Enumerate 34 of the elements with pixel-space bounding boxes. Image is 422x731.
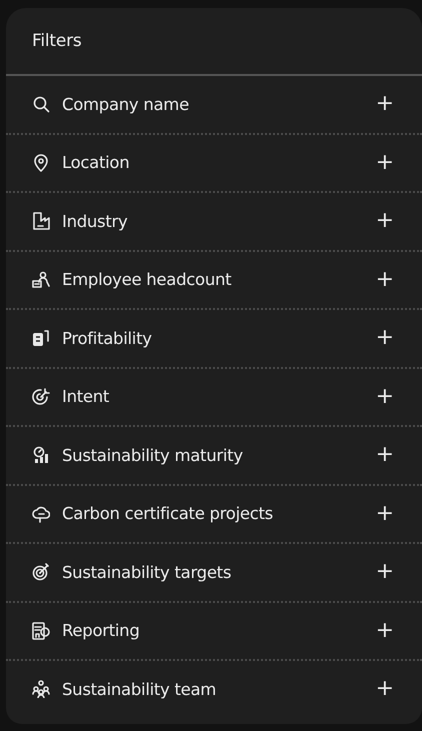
add-filter-button[interactable]: + <box>372 327 398 350</box>
filter-label[interactable]: Intent <box>62 387 110 406</box>
filter-label[interactable]: Company name <box>62 94 189 114</box>
add-filter-button[interactable]: + <box>372 386 398 408</box>
filter-label[interactable]: Profitability <box>62 328 152 348</box>
filter-label[interactable]: Sustainability team <box>62 680 216 699</box>
add-filter-button[interactable]: + <box>372 210 398 232</box>
filter-label[interactable]: Employee headcount <box>62 270 232 290</box>
filter-label[interactable]: Sustainability targets <box>62 562 232 582</box>
filter-label[interactable]: Reporting <box>62 621 140 640</box>
panel-title: Filters <box>32 31 82 51</box>
add-filter-button[interactable]: + <box>372 502 398 525</box>
add-filter-button[interactable]: + <box>372 561 398 584</box>
map-pin-icon <box>32 154 50 172</box>
factory-icon <box>32 212 50 230</box>
add-filter-button[interactable]: + <box>372 93 398 116</box>
filter-label[interactable]: Sustainability maturity <box>62 446 243 465</box>
add-filter-button[interactable]: + <box>372 268 398 291</box>
people-laptop-icon <box>32 270 50 289</box>
add-filter-button[interactable]: + <box>372 444 398 466</box>
filter-label[interactable]: Location <box>62 153 130 172</box>
target-icon <box>32 563 50 582</box>
chart-badge-icon <box>32 446 50 464</box>
team-icon <box>32 680 50 698</box>
filter-label[interactable]: Industry <box>62 212 128 231</box>
documents-icon <box>32 329 50 348</box>
add-filter-button[interactable]: + <box>372 620 398 642</box>
cloud-icon <box>32 504 50 523</box>
target-arrow-icon <box>32 388 50 406</box>
report-icon <box>32 622 50 640</box>
search-icon <box>32 95 50 114</box>
add-filter-button[interactable]: + <box>372 152 398 174</box>
add-filter-button[interactable]: + <box>372 678 398 700</box>
filter-label[interactable]: Carbon certificate projects <box>62 504 273 524</box>
